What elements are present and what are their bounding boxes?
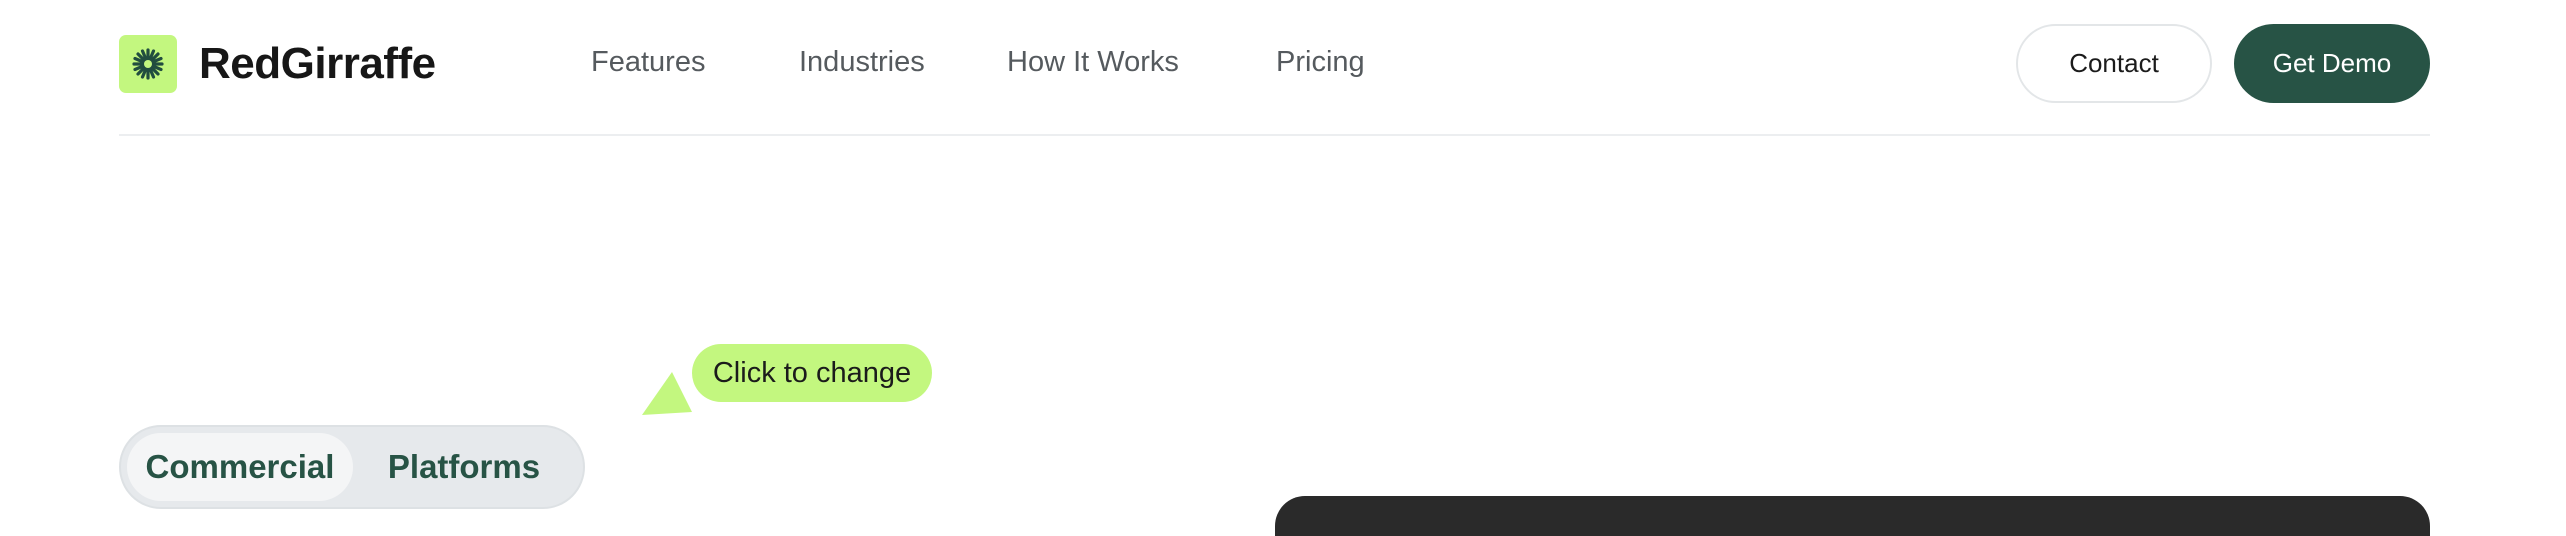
nav-pricing[interactable]: Pricing	[1276, 46, 1365, 79]
get-demo-button[interactable]: Get Demo	[2234, 24, 2430, 103]
contact-button[interactable]: Contact	[2016, 24, 2212, 103]
site-header: RedGirraffe Features Industries How It W…	[0, 0, 2566, 135]
starburst-icon	[119, 35, 177, 93]
header-divider	[119, 134, 2430, 136]
segment-toggle: Commercial Platforms	[119, 425, 585, 509]
toggle-commercial[interactable]: Commercial	[127, 433, 353, 501]
nav-how-it-works[interactable]: How It Works	[1007, 46, 1179, 79]
toggle-platforms[interactable]: Platforms	[353, 433, 575, 501]
nav-industries[interactable]: Industries	[799, 46, 925, 79]
hero-image	[1275, 496, 2430, 536]
click-to-change-hint: Click to change	[692, 344, 932, 402]
brand-logo[interactable]: RedGirraffe	[119, 35, 436, 93]
nav-features[interactable]: Features	[591, 46, 705, 79]
pointer-arrow-icon	[642, 372, 692, 415]
brand-name: RedGirraffe	[199, 39, 436, 88]
